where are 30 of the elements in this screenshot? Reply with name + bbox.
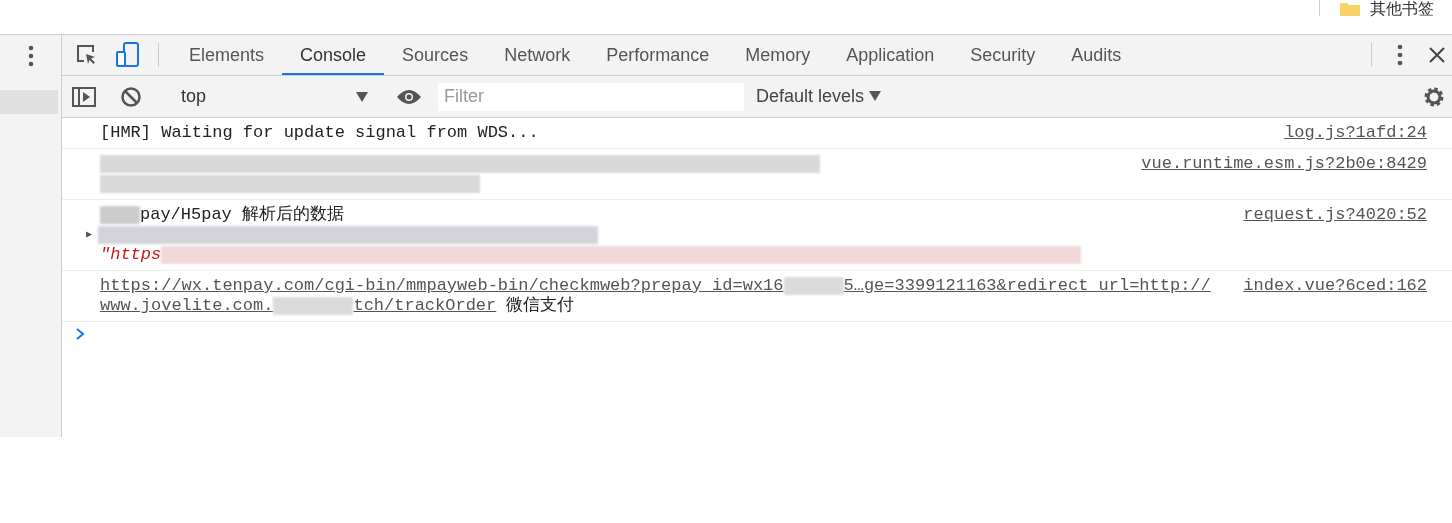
caret-icon — [356, 91, 368, 102]
log-text: 微信支付 — [505, 296, 575, 316]
log-text: pay/H5pay 解析后的数据 — [140, 205, 345, 225]
url-link[interactable]: 5…ge=3399121163&redirect_url=http:// — [843, 276, 1211, 296]
panel-tab[interactable]: Memory — [727, 37, 829, 75]
more-icon[interactable] — [27, 45, 34, 67]
source-link[interactable]: index.vue?6ced:162 — [1243, 276, 1427, 296]
source-link[interactable]: vue.runtime.esm.js?2b0e:8429 — [1141, 154, 1427, 174]
panel-tab[interactable]: Audits — [1053, 37, 1140, 75]
url-link[interactable]: www.jovelite.com. — [100, 296, 274, 316]
url-link[interactable]: https://wx.tenpay.com/cgi-bin/mmpayweb-bin/checkmweb?prepay_id=wx16 — [100, 276, 784, 296]
log-text: [HMR] Waiting for update signal from WDS... — [100, 123, 539, 143]
caret-icon — [869, 90, 882, 102]
context-select[interactable]: top — [169, 86, 374, 107]
panel-tab[interactable]: Sources — [384, 37, 487, 75]
folder-icon — [1340, 1, 1360, 16]
expand-toggle[interactable]: ▶ — [86, 225, 93, 245]
panel-tab[interactable]: Performance — [588, 37, 728, 75]
prompt-icon — [76, 328, 85, 340]
panel-tab[interactable]: Network — [486, 37, 589, 75]
filter-field[interactable]: Filter — [438, 82, 744, 111]
panel-tab[interactable]: Elements — [171, 37, 283, 75]
panel-tab[interactable]: Security — [952, 37, 1054, 75]
string-value: "https — [100, 245, 162, 265]
url-link[interactable]: tch/trackOrder — [353, 296, 497, 316]
levels-dropdown[interactable]: Default levels — [750, 85, 888, 108]
source-link[interactable]: request.js?4020:52 — [1243, 205, 1427, 225]
panel-tab[interactable]: Application — [828, 37, 953, 75]
source-link[interactable]: log.js?1afd:24 — [1284, 123, 1427, 143]
bookmark-folder[interactable]: 其他书签 — [1370, 0, 1434, 18]
